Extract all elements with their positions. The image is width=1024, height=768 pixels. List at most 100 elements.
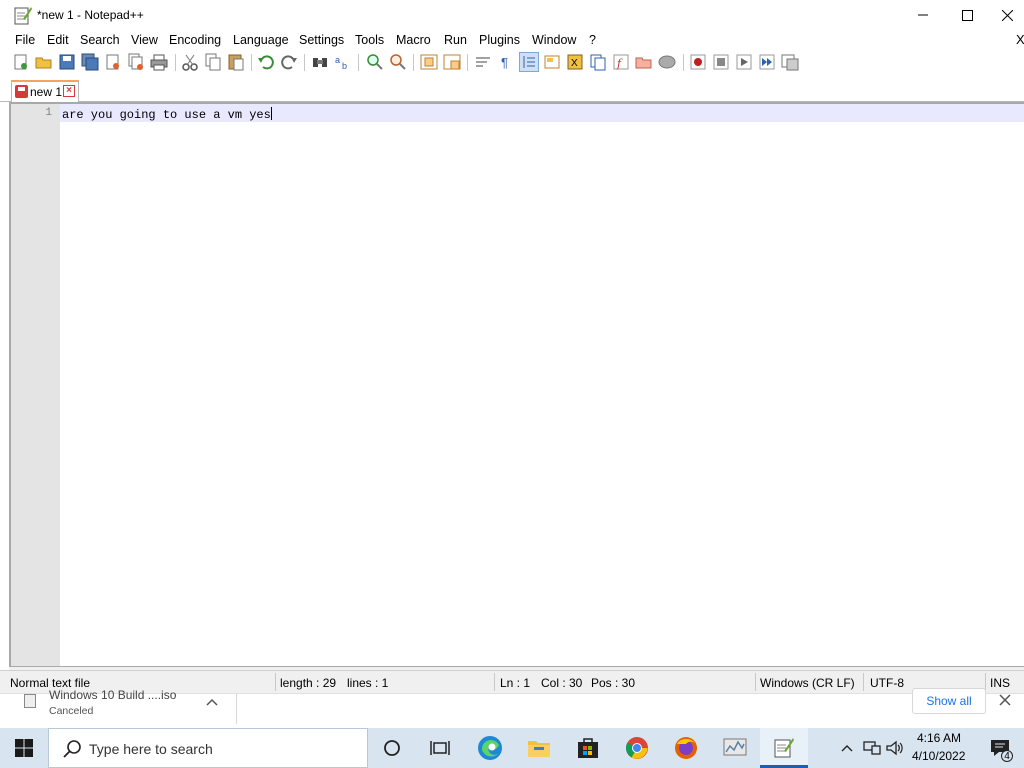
monitoring-icon[interactable] [658, 53, 676, 71]
function-list-icon[interactable]: f [612, 53, 630, 71]
start-button[interactable] [0, 728, 48, 768]
status-position[interactable]: Pos : 30 [591, 676, 635, 690]
svg-text:b: b [342, 61, 347, 71]
toolbar-separator [304, 54, 305, 71]
find-icon[interactable] [311, 53, 329, 71]
tab-new-1[interactable]: new 1 × [11, 80, 79, 102]
record-macro-icon[interactable] [689, 53, 707, 71]
taskbar-notepadpp[interactable] [760, 728, 808, 768]
minimize-icon [917, 14, 928, 16]
notifications-button[interactable]: 4 [976, 728, 1024, 768]
sync-horizontal-icon[interactable] [443, 53, 461, 71]
chevron-up-icon [841, 745, 853, 752]
zoom-out-icon[interactable] [389, 53, 407, 71]
close-document-x[interactable]: X [1016, 32, 1024, 47]
taskbar-search-box[interactable]: Type here to search [48, 728, 368, 768]
cortana-icon [384, 740, 400, 756]
text-editor[interactable]: 1 are you going to use a vm yes [9, 102, 1024, 666]
paste-icon[interactable] [227, 53, 245, 71]
run-macro-multiple-icon[interactable] [758, 53, 776, 71]
show-all-button[interactable]: Show all [912, 688, 986, 714]
close-all-icon[interactable] [127, 53, 145, 71]
doc-map-icon[interactable]: X [566, 53, 584, 71]
doc-list-icon[interactable] [589, 53, 607, 71]
status-line[interactable]: Ln : 1 [500, 676, 530, 690]
status-encoding[interactable]: UTF-8 [870, 676, 904, 690]
network-button[interactable] [860, 728, 884, 768]
menu-tools[interactable]: Tools [355, 33, 384, 47]
status-eol[interactable]: Windows (CR LF) [760, 676, 855, 690]
editor-line-text[interactable]: are you going to use a vm yes [62, 107, 272, 122]
toolbar: ab ¶ X f [0, 50, 1024, 75]
indent-guide-icon[interactable] [519, 52, 539, 72]
clock-date[interactable]: 4/10/2022 [912, 749, 965, 763]
menu-help[interactable]: ? [589, 33, 596, 47]
menu-settings[interactable]: Settings [299, 33, 344, 47]
show-hidden-icons-button[interactable] [834, 728, 860, 768]
volume-button[interactable] [884, 728, 906, 768]
new-file-icon[interactable] [12, 53, 30, 71]
taskbar-firefox[interactable] [662, 728, 710, 768]
menu-macro[interactable]: Macro [396, 33, 431, 47]
sync-vertical-icon[interactable] [420, 53, 438, 71]
tab-bar: new 1 × [0, 75, 1024, 102]
taskbar-edge[interactable] [466, 728, 514, 768]
redo-icon[interactable] [280, 53, 298, 71]
title-bar: *new 1 - Notepad++ [0, 0, 1024, 30]
chrome-icon [626, 737, 648, 759]
store-icon [578, 738, 598, 758]
edge-icon [478, 736, 502, 760]
print-icon[interactable] [150, 53, 168, 71]
svg-text:¶: ¶ [501, 55, 508, 70]
menu-run[interactable]: Run [444, 33, 467, 47]
undo-icon[interactable] [257, 53, 275, 71]
menu-file[interactable]: File [15, 33, 35, 47]
close-button[interactable] [990, 0, 1024, 30]
menu-plugins[interactable]: Plugins [479, 33, 520, 47]
chevron-up-icon[interactable] [206, 698, 218, 706]
taskbar-app[interactable] [711, 728, 759, 768]
toolbar-separator [175, 54, 176, 71]
udl-icon[interactable] [543, 53, 561, 71]
word-wrap-icon[interactable] [474, 53, 492, 71]
cut-icon[interactable] [181, 53, 199, 71]
taskbar-file-explorer[interactable] [515, 728, 563, 768]
window-title: *new 1 - Notepad++ [37, 8, 144, 22]
open-file-icon[interactable] [35, 53, 53, 71]
folder-workspace-icon[interactable] [635, 53, 653, 71]
status-column[interactable]: Col : 30 [541, 676, 582, 690]
divider [236, 694, 237, 724]
minimize-button[interactable] [900, 0, 945, 30]
close-icon[interactable] [999, 694, 1011, 706]
close-file-icon[interactable] [104, 53, 122, 71]
save-macro-icon[interactable] [781, 53, 799, 71]
menu-search[interactable]: Search [80, 33, 120, 47]
menu-bar: File Edit Search View Encoding Language … [0, 30, 1024, 50]
menu-language[interactable]: Language [233, 33, 289, 47]
save-icon[interactable] [58, 53, 76, 71]
play-macro-icon[interactable] [735, 53, 753, 71]
toolbar-separator [251, 54, 252, 71]
status-separator [755, 673, 756, 691]
stop-macro-icon[interactable] [712, 53, 730, 71]
task-view-button[interactable] [416, 728, 464, 768]
copy-icon[interactable] [204, 53, 222, 71]
menu-encoding[interactable]: Encoding [169, 33, 221, 47]
maximize-button[interactable] [945, 0, 990, 30]
taskbar-chrome[interactable] [613, 728, 661, 768]
status-insert-mode[interactable]: INS [990, 676, 1010, 690]
menu-view[interactable]: View [131, 33, 158, 47]
clock-time[interactable]: 4:16 AM [917, 731, 961, 745]
cortana-button[interactable] [368, 728, 416, 768]
download-filename[interactable]: Windows 10 Build ....iso [49, 688, 176, 702]
zoom-in-icon[interactable] [366, 53, 384, 71]
tab-close-icon[interactable]: × [63, 85, 75, 97]
notepadpp-icon [14, 7, 32, 25]
taskbar-store[interactable] [564, 728, 612, 768]
menu-window[interactable]: Window [532, 33, 576, 47]
save-all-icon[interactable] [81, 53, 99, 71]
folder-icon [528, 741, 550, 757]
replace-icon[interactable]: ab [334, 53, 352, 71]
show-all-chars-icon[interactable]: ¶ [497, 53, 515, 71]
menu-edit[interactable]: Edit [47, 33, 69, 47]
